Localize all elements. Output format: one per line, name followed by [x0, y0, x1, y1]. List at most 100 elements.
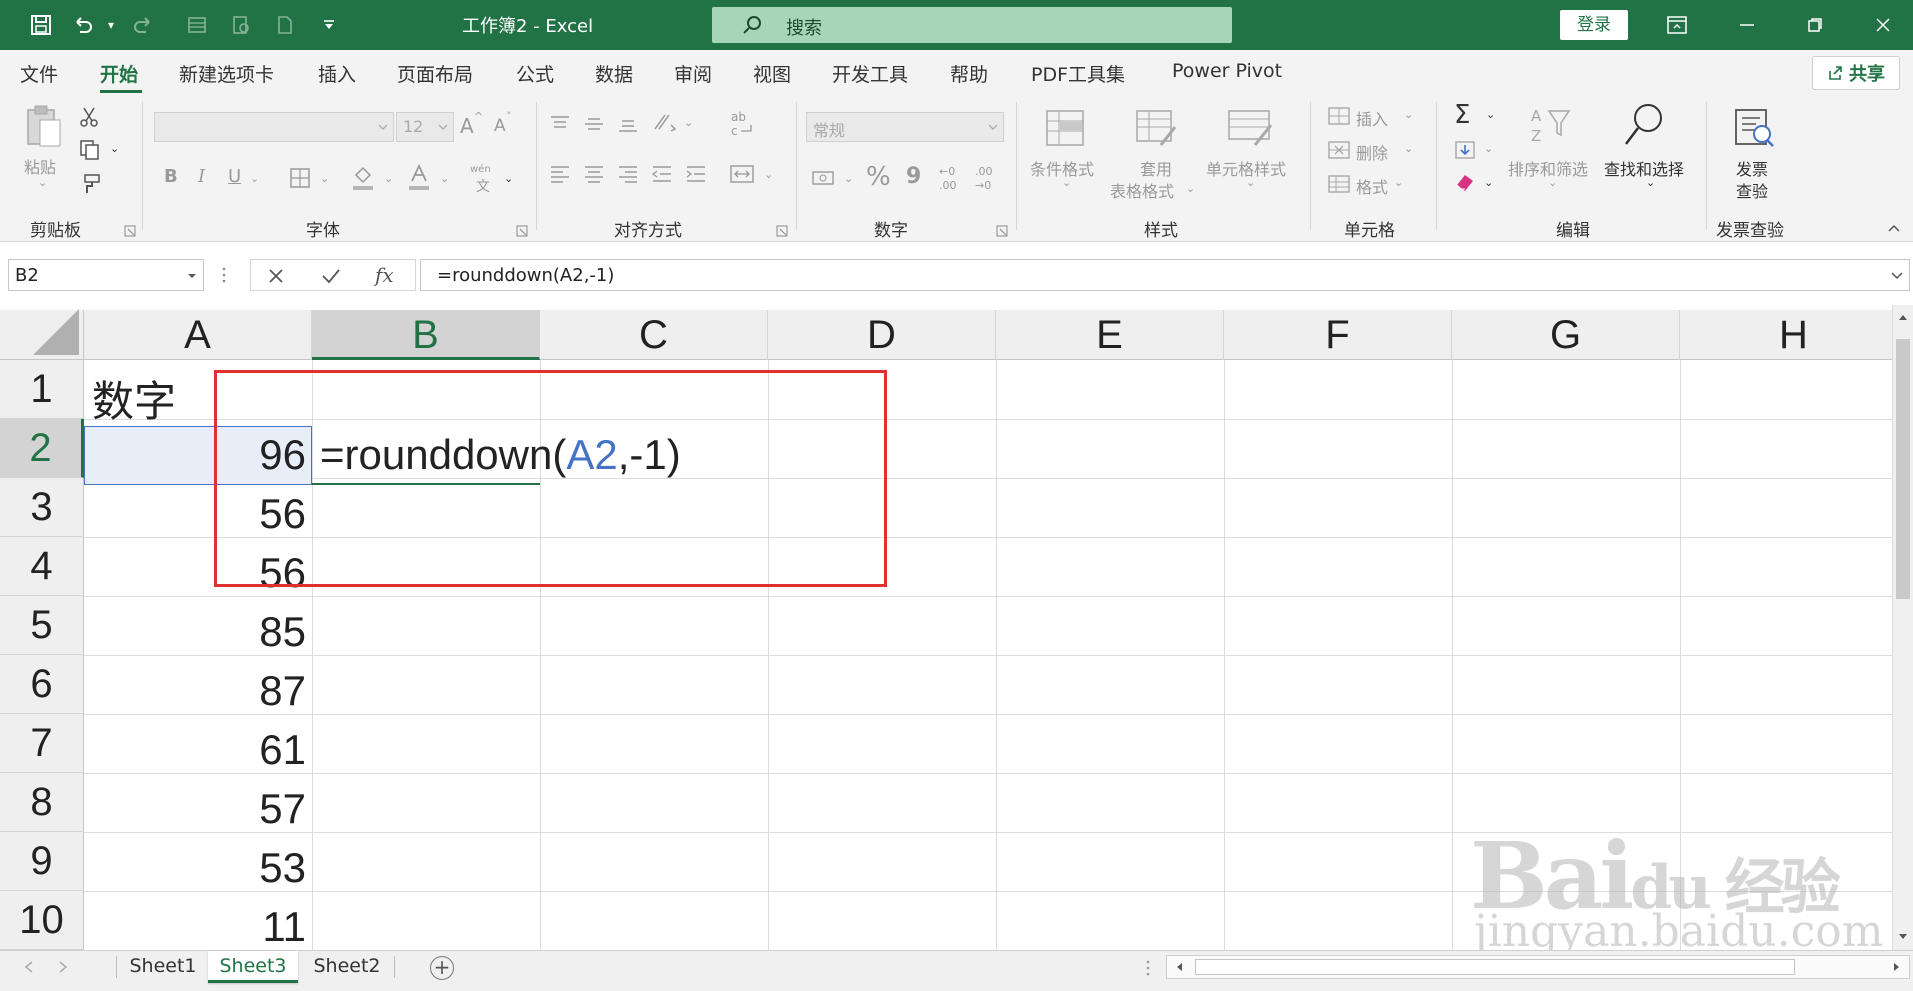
delete-cells-icon[interactable] — [1326, 138, 1352, 162]
row-header-9[interactable]: 9 — [0, 832, 84, 891]
login-button[interactable]: 登录 — [1560, 10, 1628, 40]
column-header-d[interactable]: D — [768, 310, 996, 360]
next-sheet-icon[interactable] — [58, 961, 68, 973]
align-left-icon[interactable] — [548, 164, 572, 184]
sheet-tab-sheet1[interactable]: Sheet1 — [120, 951, 206, 983]
align-bottom-icon[interactable] — [616, 114, 640, 134]
restore-icon[interactable] — [1798, 10, 1832, 40]
insert-function-button[interactable]: fx — [375, 263, 394, 287]
number-format-select[interactable]: 常规 — [806, 112, 1004, 142]
font-launcher-icon[interactable] — [516, 222, 528, 237]
align-right-icon[interactable] — [616, 164, 640, 184]
sort-filter-icon[interactable]: AZ — [1528, 104, 1572, 150]
vertical-scroll-thumb[interactable] — [1896, 339, 1910, 599]
number-launcher-icon[interactable] — [996, 222, 1008, 237]
column-header-a[interactable]: A — [84, 310, 312, 360]
cell-a5[interactable]: 85 — [86, 608, 306, 656]
format-cells-icon[interactable] — [1326, 172, 1352, 196]
formula-bar-grip-icon[interactable] — [222, 266, 226, 284]
increase-indent-icon[interactable] — [684, 164, 708, 184]
align-middle-icon[interactable] — [582, 114, 606, 134]
conditional-dropdown-icon[interactable]: ⌄ — [1062, 176, 1071, 189]
autosum-button[interactable]: Σ — [1454, 100, 1470, 130]
form-icon[interactable] — [182, 10, 212, 40]
cell-a10[interactable]: 11 — [86, 903, 306, 950]
redo-icon[interactable] — [128, 10, 158, 40]
invoice-check-label-2[interactable]: 查验 — [1736, 178, 1768, 202]
cell-a1[interactable]: 数字 — [92, 368, 176, 429]
column-header-e[interactable]: E — [996, 310, 1224, 360]
clear-dropdown-icon[interactable]: ⌄ — [1484, 176, 1493, 189]
format-painter-icon[interactable] — [78, 172, 102, 196]
ribbon-display-options-icon[interactable] — [1660, 10, 1694, 40]
paste-label[interactable]: 粘贴 — [24, 154, 56, 178]
delete-cells-dropdown-icon[interactable]: ⌄ — [1404, 142, 1413, 155]
column-header-f[interactable]: F — [1224, 310, 1452, 360]
invoice-check-label-1[interactable]: 发票 — [1736, 156, 1768, 180]
decrease-indent-icon[interactable] — [650, 164, 674, 184]
autosum-dropdown-icon[interactable]: ⌄ — [1486, 108, 1495, 121]
italic-button[interactable]: I — [198, 166, 205, 187]
fill-color-dropdown-icon[interactable]: ⌄ — [384, 172, 393, 185]
phonetic-dropdown-icon[interactable]: ⌄ — [504, 172, 513, 185]
copy-dropdown-icon[interactable]: ⌄ — [110, 142, 119, 155]
cell-a8[interactable]: 57 — [86, 785, 306, 833]
alignment-launcher-icon[interactable] — [776, 222, 788, 237]
minimize-icon[interactable] — [1730, 10, 1764, 40]
print-preview-icon[interactable] — [226, 10, 256, 40]
clear-icon[interactable] — [1452, 170, 1478, 194]
scroll-up-icon[interactable] — [1898, 313, 1908, 321]
horizontal-scrollbar[interactable] — [1166, 955, 1910, 979]
insert-cells-label[interactable]: 插入 — [1356, 106, 1388, 130]
copy-icon[interactable] — [76, 138, 104, 162]
insert-cells-dropdown-icon[interactable]: ⌄ — [1404, 108, 1413, 121]
text-orientation-icon[interactable] — [650, 110, 680, 134]
tab-power-pivot[interactable]: Power Pivot — [1172, 60, 1282, 82]
paste-icon[interactable] — [24, 102, 64, 150]
scroll-down-icon[interactable] — [1898, 933, 1908, 941]
tab-new-tab[interactable]: 新建选项卡 — [179, 60, 274, 87]
column-header-g[interactable]: G — [1452, 310, 1680, 360]
borders-icon[interactable] — [288, 166, 312, 190]
format-as-table-icon[interactable] — [1134, 108, 1178, 148]
confirm-entry-icon[interactable] — [321, 267, 341, 285]
align-top-icon[interactable] — [548, 114, 572, 134]
vertical-scrollbar[interactable] — [1892, 305, 1913, 950]
font-size-select[interactable]: 12 — [396, 112, 454, 142]
find-select-icon[interactable] — [1622, 102, 1666, 148]
increase-font-size-button[interactable]: A — [460, 114, 474, 138]
align-center-icon[interactable] — [582, 164, 606, 184]
cell-styles-icon[interactable] — [1226, 108, 1274, 148]
decrease-decimal-icon[interactable]: .00 →0 — [972, 162, 1006, 192]
search-box[interactable]: 搜索 — [712, 7, 1232, 43]
document-icon[interactable] — [270, 10, 300, 40]
scroll-left-icon[interactable] — [1175, 962, 1183, 972]
underline-dropdown-icon[interactable]: ⌄ — [250, 172, 259, 185]
accounting-format-icon[interactable] — [810, 166, 838, 188]
save-icon[interactable] — [26, 10, 56, 40]
collapse-ribbon-icon[interactable] — [1886, 222, 1902, 234]
cancel-entry-icon[interactable] — [267, 267, 285, 285]
tab-data[interactable]: 数据 — [595, 60, 633, 87]
phonetic-guide-button[interactable]: wén — [470, 164, 491, 175]
orientation-dropdown-icon[interactable]: ⌄ — [684, 116, 693, 129]
percent-style-button[interactable]: % — [866, 162, 891, 192]
bold-button[interactable]: B — [164, 166, 178, 187]
font-color-dropdown-icon[interactable]: ⌄ — [440, 172, 449, 185]
cell-styles-dropdown-icon[interactable]: ⌄ — [1246, 176, 1255, 189]
increase-decimal-icon[interactable]: ←0.00 — [936, 162, 970, 192]
fill-dropdown-icon[interactable]: ⌄ — [1484, 142, 1493, 155]
fill-icon[interactable] — [1452, 138, 1478, 162]
row-header-1[interactable]: 1 — [0, 360, 84, 419]
merge-center-icon[interactable] — [728, 162, 756, 186]
font-name-select[interactable] — [154, 112, 394, 142]
row-header-3[interactable]: 3 — [0, 478, 84, 537]
insert-cells-icon[interactable] — [1326, 104, 1352, 128]
format-as-table-label-1[interactable]: 套用 — [1140, 156, 1172, 180]
cell-a6[interactable]: 87 — [86, 667, 306, 715]
customize-qat-icon[interactable] — [314, 10, 344, 40]
clipboard-launcher-icon[interactable] — [124, 222, 136, 237]
cell-a7[interactable]: 61 — [86, 726, 306, 774]
share-button[interactable]: 共享 — [1812, 56, 1900, 90]
scroll-right-icon[interactable] — [1893, 962, 1901, 972]
